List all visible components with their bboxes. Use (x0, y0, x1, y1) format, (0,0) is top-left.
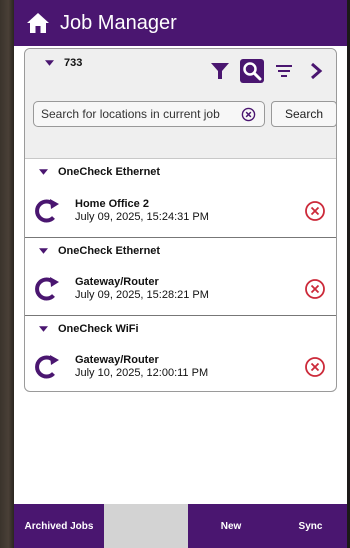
archived-jobs-button[interactable]: Archived Jobs (14, 504, 104, 548)
entry-text: Gateway/Router July 10, 2025, 12:00:11 P… (75, 354, 208, 380)
chevron-right-icon (311, 62, 323, 80)
entry-timestamp: July 10, 2025, 12:00:11 PM (75, 367, 209, 379)
entry-timestamp: July 09, 2025, 15:28:21 PM (75, 289, 209, 301)
list-item[interactable]: Gateway/Router July 09, 2025, 15:28:21 P… (25, 263, 336, 315)
group-header[interactable]: OneCheck WiFi (25, 315, 336, 341)
refresh-icon[interactable] (33, 275, 61, 303)
caret-down-icon (39, 325, 48, 332)
entry-timestamp: July 09, 2025, 15:24:31 PM (75, 211, 209, 223)
list-item[interactable]: Home Office 2 July 09, 2025, 15:24:31 PM (25, 185, 336, 237)
entry-text: Home Office 2 July 09, 2025, 15:24:31 PM (75, 198, 209, 224)
list-item[interactable]: Gateway/Router July 10, 2025, 12:00:11 P… (25, 341, 336, 393)
group-label: OneCheck Ethernet (58, 166, 161, 178)
search-button[interactable]: Search (271, 101, 337, 127)
remove-icon[interactable] (304, 200, 326, 222)
page-title: Job Manager (60, 11, 177, 34)
remove-icon[interactable] (304, 278, 326, 300)
remove-icon[interactable] (304, 356, 326, 378)
sort-button[interactable] (272, 59, 296, 83)
search-placeholder: Search for locations in current job (41, 107, 220, 121)
job-panel-header: 733 Search for locations in current job … (25, 49, 337, 159)
clear-icon[interactable] (241, 107, 256, 122)
sync-button[interactable]: Sync (274, 504, 347, 548)
next-button[interactable] (304, 59, 328, 83)
search-toggle-button[interactable] (240, 59, 264, 83)
search-icon (243, 62, 262, 81)
entry-name: Gateway/Router (75, 276, 159, 288)
job-selector[interactable]: 733 (45, 57, 82, 69)
search-input[interactable]: Search for locations in current job (33, 101, 265, 127)
entry-name: Home Office 2 (75, 198, 149, 210)
bottom-nav: Archived Jobs New Sync (14, 504, 347, 548)
filter-button[interactable] (208, 59, 232, 83)
entry-text: Gateway/Router July 09, 2025, 15:28:21 P… (75, 276, 209, 302)
job-panel: 733 Search for locations in current job … (24, 48, 337, 392)
entry-name: Gateway/Router (75, 354, 159, 366)
app-screen: Job Manager 733 Search for locations in … (14, 0, 347, 548)
device-bezel-left (0, 0, 14, 548)
group-label: OneCheck WiFi (58, 322, 139, 335)
caret-down-icon (39, 247, 48, 254)
caret-down-icon (39, 169, 48, 175)
job-id: 733 (64, 57, 83, 69)
group-label: OneCheck Ethernet (58, 244, 161, 257)
filter-icon (211, 63, 229, 79)
new-button[interactable]: New (188, 504, 274, 548)
home-icon[interactable] (26, 11, 50, 35)
toolbar (200, 59, 328, 83)
group-header[interactable]: OneCheck Ethernet (25, 159, 336, 185)
group-header[interactable]: OneCheck Ethernet (25, 237, 336, 263)
empty-slot (104, 504, 188, 548)
sort-icon (276, 65, 292, 77)
caret-down-icon (45, 60, 54, 66)
title-bar: Job Manager (14, 0, 347, 46)
location-list: OneCheck Ethernet Home Office 2 July 09,… (25, 159, 336, 393)
refresh-icon[interactable] (33, 353, 61, 381)
refresh-icon[interactable] (33, 197, 61, 225)
